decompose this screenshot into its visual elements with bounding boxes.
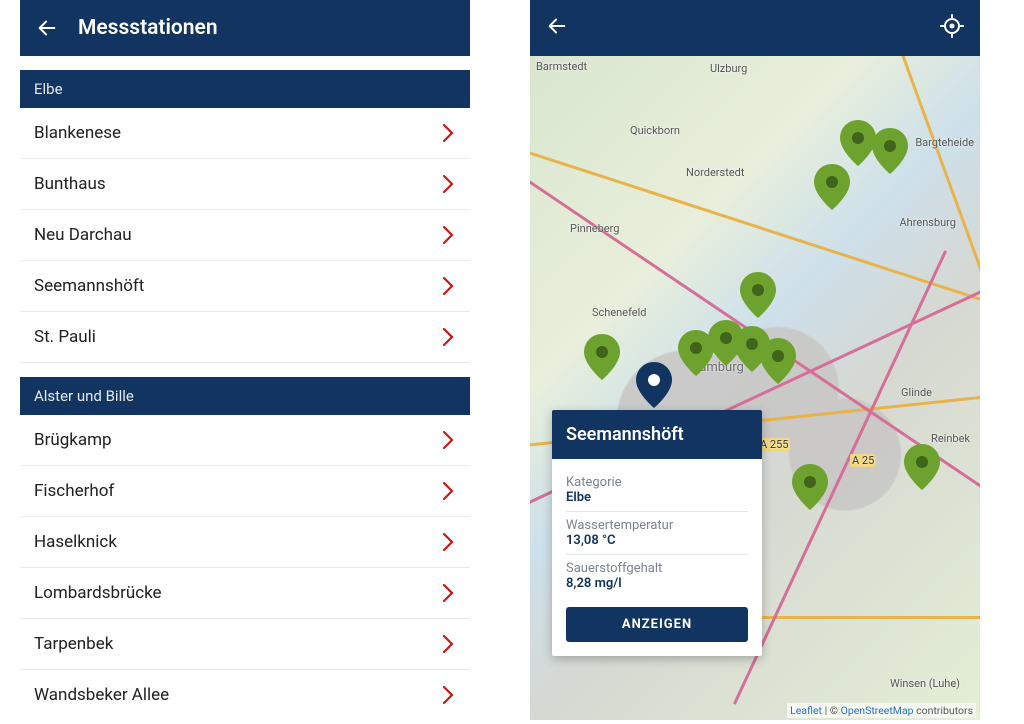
map-label: Bargteheide [915, 136, 974, 149]
map-pin-active[interactable] [636, 362, 672, 408]
station-label: Fischerhof [34, 481, 114, 501]
osm-link[interactable]: OpenStreetMap [841, 704, 914, 717]
section-header-alster: Alster und Bille [20, 377, 470, 415]
station-label: Haselknick [34, 532, 117, 552]
map-header [530, 0, 980, 56]
show-button[interactable]: ANZEIGEN [566, 607, 748, 642]
field-label: Sauerstoffgehalt [566, 561, 748, 576]
map-label: A 25 [850, 454, 876, 467]
chevron-right-icon [443, 328, 454, 346]
road-line [730, 616, 980, 619]
map-pin[interactable] [840, 120, 876, 166]
station-label: St. Pauli [34, 327, 96, 347]
section-header-elbe: Elbe [20, 70, 470, 108]
station-label: Tarpenbek [34, 634, 113, 654]
map-label: Quickborn [630, 124, 680, 137]
station-item[interactable]: Neu Darchau [20, 210, 470, 261]
chevron-right-icon [443, 635, 454, 653]
field-label: Wassertemperatur [566, 518, 748, 533]
station-item[interactable]: Wandsbeker Allee [20, 670, 470, 720]
station-popup: Seemannshöft Kategorie Elbe Wassertemper… [552, 410, 762, 656]
chevron-right-icon [443, 277, 454, 295]
station-item[interactable]: Seemannshöft [20, 261, 470, 312]
map-label: Winsen (Luhe) [890, 677, 960, 690]
station-item[interactable]: Blankenese [20, 108, 470, 159]
chevron-right-icon [443, 124, 454, 142]
chevron-right-icon [443, 533, 454, 551]
station-label: Blankenese [34, 123, 121, 143]
phone-map-screen: Barmstedt Ulzburg Quickborn Norderstedt … [530, 0, 980, 720]
chevron-right-icon [443, 584, 454, 602]
popup-body: Kategorie Elbe Wassertemperatur 13,08 °C… [552, 459, 762, 656]
map[interactable]: Barmstedt Ulzburg Quickborn Norderstedt … [530, 56, 980, 720]
popup-title: Seemannshöft [552, 410, 762, 459]
station-label: Bunthaus [34, 174, 106, 194]
list-header: Messstationen [20, 0, 470, 56]
map-pin[interactable] [740, 272, 776, 318]
map-pin[interactable] [792, 464, 828, 510]
station-item[interactable]: St. Pauli [20, 312, 470, 363]
chevron-right-icon [443, 482, 454, 500]
map-pin[interactable] [584, 334, 620, 380]
field-value: 13,08 °C [566, 533, 748, 555]
map-label: Glinde [901, 386, 932, 399]
map-pin[interactable] [904, 444, 940, 490]
station-item[interactable]: Fischerhof [20, 466, 470, 517]
field-value: 8,28 mg/l [566, 576, 748, 597]
map-pin[interactable] [760, 338, 796, 384]
chevron-right-icon [443, 686, 454, 704]
chevron-right-icon [443, 175, 454, 193]
map-label: Ahrensburg [900, 216, 957, 229]
station-label: Neu Darchau [34, 225, 132, 245]
map-label: Barmstedt [536, 60, 587, 73]
map-label: Schenefeld [592, 306, 647, 319]
chevron-right-icon [443, 431, 454, 449]
page-title: Messstationen [78, 16, 218, 40]
station-item[interactable]: Brügkamp [20, 415, 470, 466]
station-label: Seemannshöft [34, 276, 144, 296]
map-label: Norderstedt [686, 166, 744, 179]
map-pin[interactable] [814, 164, 850, 210]
leaflet-link[interactable]: Leaflet [790, 704, 822, 717]
chevron-right-icon [443, 226, 454, 244]
map-label: A 255 [758, 438, 790, 451]
station-item[interactable]: Haselknick [20, 517, 470, 568]
back-icon[interactable] [546, 15, 568, 41]
map-attribution: Leaflet | © OpenStreetMap contributors [787, 703, 976, 718]
back-icon[interactable] [36, 17, 58, 39]
station-item[interactable]: Tarpenbek [20, 619, 470, 670]
phone-list-screen: Messstationen Elbe Blankenese Bunthaus N… [20, 0, 470, 720]
station-label: Wandsbeker Allee [34, 685, 169, 705]
map-pin[interactable] [872, 128, 908, 174]
field-value: Elbe [566, 490, 748, 512]
locate-icon[interactable] [940, 14, 964, 42]
field-label: Kategorie [566, 475, 748, 490]
map-label: Ulzburg [710, 62, 747, 75]
station-label: Brügkamp [34, 430, 112, 450]
station-item[interactable]: Bunthaus [20, 159, 470, 210]
station-label: Lombardsbrücke [34, 583, 162, 603]
station-item[interactable]: Lombardsbrücke [20, 568, 470, 619]
